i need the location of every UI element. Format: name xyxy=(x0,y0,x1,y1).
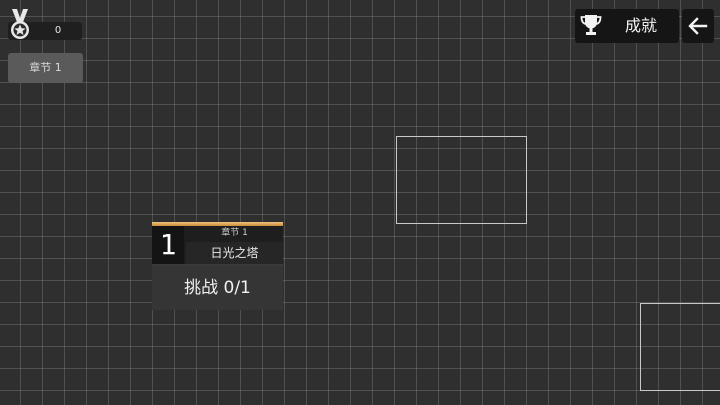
level-title: 日光之塔 xyxy=(186,242,283,264)
back-arrow-icon xyxy=(688,17,708,35)
level-number: 1 xyxy=(152,226,184,264)
level-chapter-label: 章节 1 xyxy=(221,228,248,238)
level-challenge-progress: 挑战 0/1 xyxy=(152,266,283,310)
medal-count: 0 xyxy=(54,25,62,36)
trophy-icon xyxy=(580,15,602,35)
level-slot-outline xyxy=(640,303,720,391)
level-slot-outline xyxy=(396,136,527,224)
medal-icon xyxy=(11,9,29,39)
chapter-select-button[interactable]: 章节 1 xyxy=(8,53,83,83)
achievements-label: 成就 xyxy=(624,16,657,35)
